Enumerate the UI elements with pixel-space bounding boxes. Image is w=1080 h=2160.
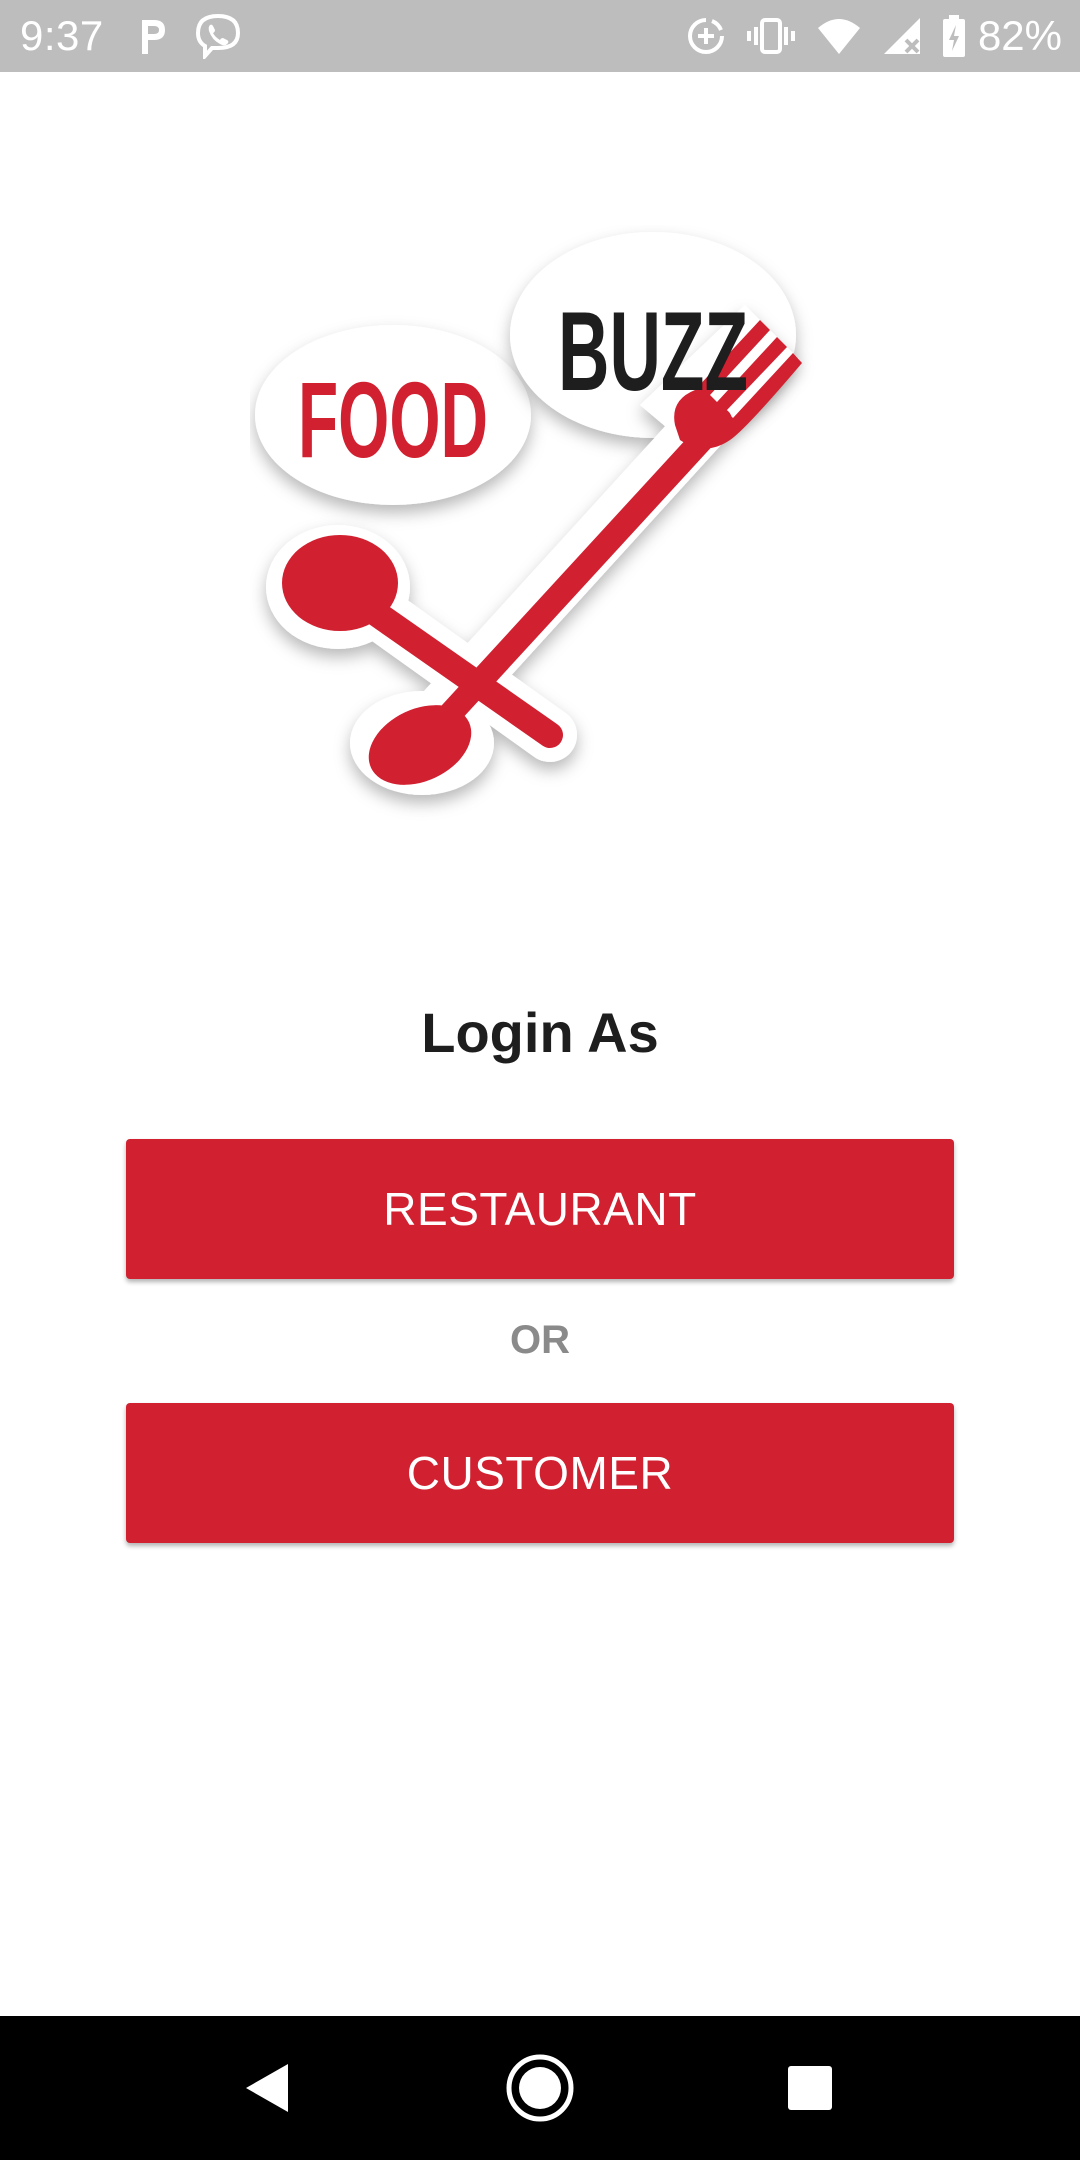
status-bar: 9:37 82%	[0, 0, 1080, 72]
parking-icon	[138, 16, 168, 56]
navigation-bar	[0, 2016, 1080, 2160]
home-button[interactable]	[468, 2016, 612, 2160]
battery-percent: 82%	[977, 12, 1062, 59]
vibrate-icon	[746, 16, 796, 56]
login-screen: 9:37 82% FOOD BUZZ Login As RESTAURANT O…	[0, 0, 1080, 2160]
cell-signal-icon	[882, 16, 922, 56]
status-left: 9:37	[20, 12, 242, 60]
or-divider-label: OR	[510, 1318, 570, 1362]
logo-word-buzz: BUZZ	[558, 289, 748, 414]
viber-icon	[194, 13, 242, 59]
battery-icon	[942, 15, 966, 57]
back-button[interactable]	[195, 2016, 339, 2160]
back-icon	[246, 2064, 288, 2112]
restaurant-button[interactable]: RESTAURANT	[126, 1139, 954, 1279]
recents-button[interactable]	[738, 2016, 882, 2160]
recents-icon	[788, 2066, 832, 2110]
home-icon	[506, 2054, 574, 2122]
login-as-title: Login As	[421, 1001, 659, 1064]
data-saver-icon	[686, 16, 726, 56]
logo-word-food: FOOD	[298, 359, 488, 480]
status-time: 9:37	[20, 12, 104, 59]
customer-button[interactable]: CUSTOMER	[126, 1403, 954, 1543]
status-right: 82%	[666, 12, 1062, 60]
food-buzz-logo: FOOD BUZZ	[255, 232, 802, 795]
wifi-icon	[816, 16, 862, 56]
